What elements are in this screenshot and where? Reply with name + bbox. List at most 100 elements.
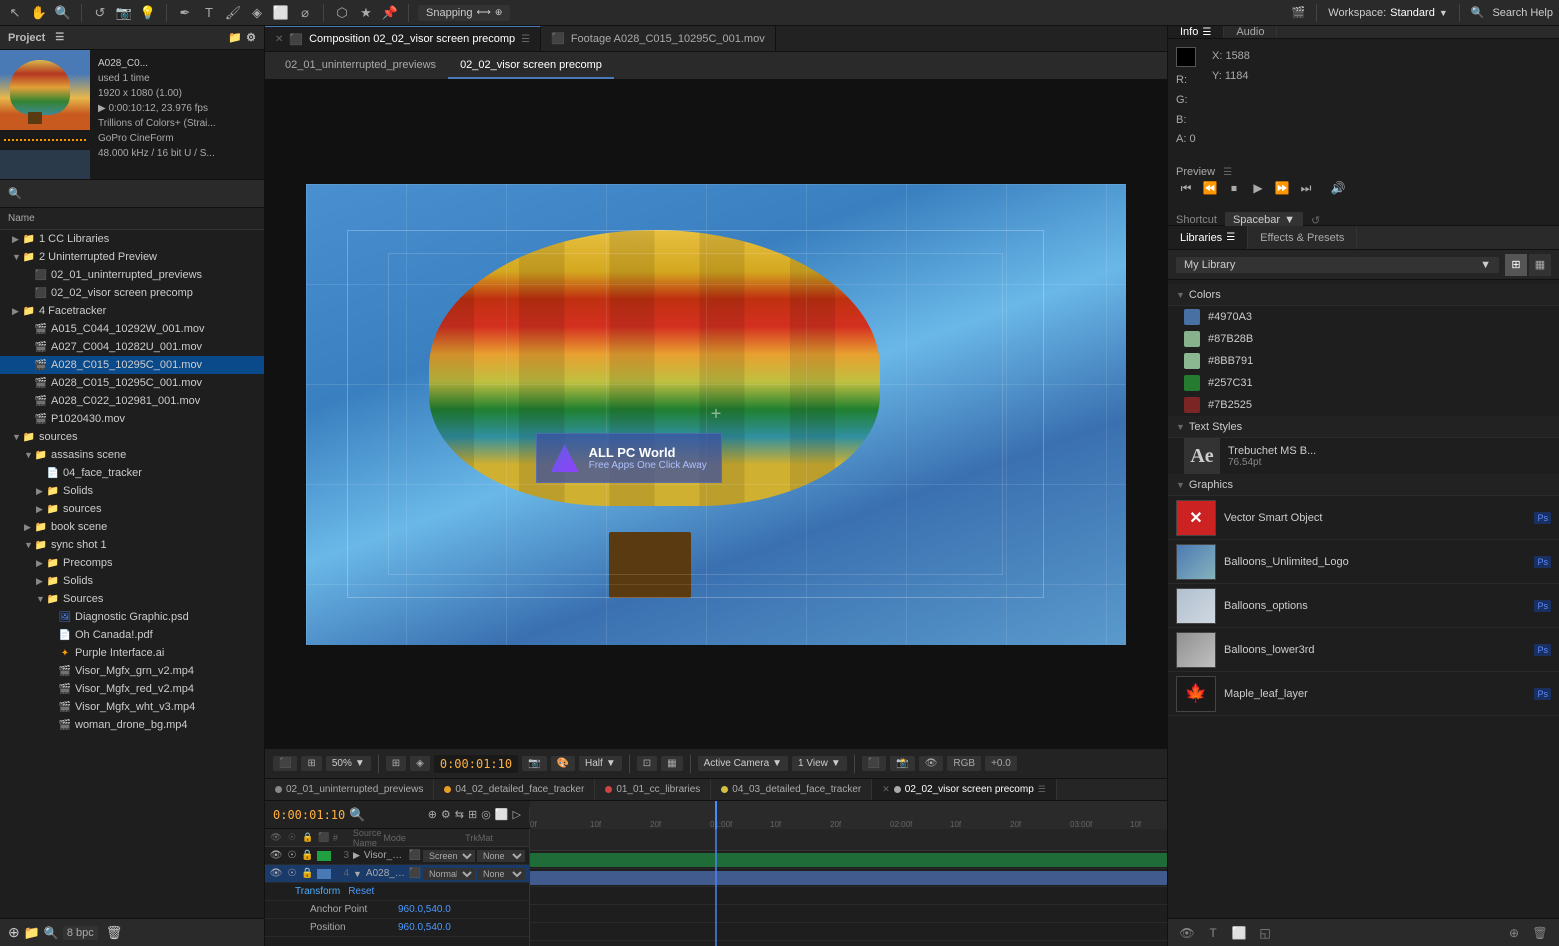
sub-tab-01[interactable]: 02_01_uninterrupted_previews (273, 52, 448, 79)
tl-live-update-btn[interactable]: ▷ (513, 808, 521, 821)
tl-draft-btn[interactable]: ⬜ (495, 808, 509, 821)
transparency-btn[interactable]: ▦ (661, 756, 682, 771)
workspace-search-icon[interactable]: 🔍 (1471, 6, 1485, 19)
tree-item-facetracker2[interactable]: 📄 04_face_tracker (0, 464, 264, 482)
tl-motion-blur-btn[interactable]: ◎ (481, 808, 491, 821)
color-item-3[interactable]: #8BB791 (1168, 350, 1559, 372)
tl-columns-btn[interactable]: ⊞ (468, 808, 477, 821)
tree-item-p102[interactable]: 🎬 P1020430.mov (0, 410, 264, 428)
tree-item-assasins[interactable]: ▼ 📁 assasins scene (0, 446, 264, 464)
tl-tab-05-close[interactable]: ✕ (882, 784, 890, 795)
anchor-value[interactable]: 960.0,540.0 (398, 904, 451, 915)
tree-item-a028c015b[interactable]: 🎬 A028_C015_10295C_001.mov (0, 374, 264, 392)
tree-item-solids2[interactable]: ▶ 📁 Solids (0, 572, 264, 590)
show-snapshot-btn[interactable]: 👁 (919, 756, 944, 771)
snap-btn[interactable]: ⊞ (386, 756, 406, 771)
preview-play-btn[interactable]: ▶ (1248, 178, 1268, 198)
graphic-item-5[interactable]: 🍁 Maple_leaf_layer Ps (1168, 672, 1559, 716)
delete-icon[interactable]: 🗑 (106, 925, 123, 941)
new-item-icon[interactable]: ⊕ (8, 924, 20, 941)
text-styles-section-header[interactable]: ▼ Text Styles (1168, 416, 1559, 438)
eraser-tool-icon[interactable]: ⬜ (272, 4, 290, 22)
tree-item-cc-libs[interactable]: ▶ 📁 1 CC Libraries (0, 230, 264, 248)
grid-btn[interactable]: ⊞ (301, 756, 321, 771)
snapping-button[interactable]: Snapping ⟷ ⊕ (418, 5, 510, 21)
tree-item-sources-sub[interactable]: ▼ 📁 Sources (0, 590, 264, 608)
tl-search-icon[interactable]: 🔍 (349, 807, 365, 823)
tree-item-woman-drone[interactable]: 🎬 woman_drone_bg.mp4 (0, 716, 264, 734)
layer-3-lock[interactable]: 🔒 (301, 850, 315, 861)
tree-item-02-01[interactable]: ⬛ 02_01_uninterrupted_previews (0, 266, 264, 284)
transform-label[interactable]: Transform (295, 886, 340, 897)
text-style-item-1[interactable]: Ae Trebuchet MS B... 76.54pt (1168, 438, 1559, 474)
color-item-5[interactable]: #7B2525 (1168, 394, 1559, 416)
tree-item-a028c022[interactable]: 🎬 A028_C022_102981_001.mov (0, 392, 264, 410)
project-settings-icon[interactable]: ⚙ (246, 31, 256, 44)
comp-tab[interactable]: ✕ ⬛ Composition 02_02_visor screen preco… (265, 26, 541, 51)
tree-item-ohcanada[interactable]: 📄 Oh Canada!.pdf (0, 626, 264, 644)
tree-item-a028c015[interactable]: 🎬 A028_C015_10295C_001.mov (0, 356, 264, 374)
tl-settings-btn[interactable]: ⚙ (441, 808, 451, 821)
preview-menu-icon[interactable]: ☰ (1223, 167, 1232, 178)
view-count-dropdown[interactable]: 1 View ▼ (792, 756, 847, 771)
graphic-item-3[interactable]: Balloons_options Ps (1168, 584, 1559, 628)
preview-stop-btn[interactable]: ⏹ (1224, 178, 1244, 198)
preview-next-btn[interactable]: ⏩ (1272, 178, 1292, 198)
position-value[interactable]: 960.0,540.0 (398, 922, 451, 933)
tl-tab-01[interactable]: 02_01_uninterrupted_previews (265, 779, 434, 800)
layer-4-expand[interactable]: ▼ (353, 869, 362, 879)
light-tool-icon[interactable]: 💡 (139, 4, 157, 22)
file-tree[interactable]: ▶ 📁 1 CC Libraries ▼ 📁 2 Uninterrupted P… (0, 230, 264, 918)
search-btn[interactable]: 🔍 (44, 926, 59, 940)
pen-tool-icon[interactable]: ✒ (176, 4, 194, 22)
tl-tab-05[interactable]: ✕ 02_02_visor screen precomp ☰ (872, 779, 1057, 800)
lib-eye-btn[interactable]: 👁 (1176, 922, 1198, 944)
camera-tool-icon[interactable]: 📷 (115, 4, 133, 22)
tree-item-facetracker[interactable]: ▶ 📁 4 Facetracker (0, 302, 264, 320)
lib-square-btn[interactable]: ⬜ (1228, 922, 1250, 944)
graphic-item-2[interactable]: Balloons_Unlimited_Logo Ps (1168, 540, 1559, 584)
exposure-btn[interactable]: +0.0 (985, 756, 1017, 771)
tree-item-visor-wht[interactable]: 🎬 Visor_Mgfx_wht_v3.mp4 (0, 698, 264, 716)
tree-item-02-02[interactable]: ⬛ 02_02_visor screen precomp (0, 284, 264, 302)
shortcut-reset-icon[interactable]: ↺ (1311, 214, 1320, 227)
tree-item-uninterrupted[interactable]: ▼ 📁 2 Uninterrupted Preview (0, 248, 264, 266)
layer-4-solo[interactable]: ☉ (285, 868, 299, 879)
search-input[interactable] (26, 188, 256, 200)
rotate-tool-icon[interactable]: ↺ (91, 4, 109, 22)
preview-prev-btn[interactable]: ⏪ (1200, 178, 1220, 198)
layer-row-4[interactable]: 👁 ☉ 🔒 4 ▼ A028_C0...295C_001.mov ⬛ Norma… (265, 865, 529, 883)
camera-dropdown[interactable]: Active Camera ▼ (698, 756, 788, 771)
puppet-tool-icon[interactable]: ⌀ (296, 4, 314, 22)
tree-item-syncshot[interactable]: ▼ 📁 sync shot 1 (0, 536, 264, 554)
tl-tab-05-menu[interactable]: ☰ (1038, 784, 1046, 795)
star-tool-icon[interactable]: ★ (357, 4, 375, 22)
graphic-item-4[interactable]: Balloons_lower3rd Ps (1168, 628, 1559, 672)
always-preview-btn[interactable]: ⬛ (273, 756, 297, 771)
layer-3-trkmat-select[interactable]: None (477, 850, 525, 862)
comp-tab-menu[interactable]: ☰ (521, 34, 530, 45)
libraries-tab-menu[interactable]: ☰ (1226, 232, 1235, 243)
render-queue-btn[interactable]: ⬛ (862, 756, 886, 771)
info-tab-menu[interactable]: ☰ (1202, 27, 1211, 38)
tree-item-sources2[interactable]: ▶ 📁 sources (0, 500, 264, 518)
mask-btn[interactable]: ◈ (410, 756, 430, 771)
shape-tool-icon[interactable]: ⬡ (333, 4, 351, 22)
clone-tool-icon[interactable]: ◈ (248, 4, 266, 22)
take-snapshot-btn[interactable]: 📸 (890, 756, 914, 771)
show-channel-btn[interactable]: RGB (947, 756, 981, 771)
layer-4-lock[interactable]: 🔒 (301, 868, 315, 879)
layer-3-switch1[interactable]: ⬛ (409, 850, 421, 861)
info-tab[interactable]: Info ☰ (1168, 26, 1224, 38)
timecode-display[interactable]: 0:00:01:10 (434, 755, 518, 773)
layer-row-3[interactable]: 👁 ☉ 🔒 3 ▶ Visor_Mgfx_grn_v2.mp4 ⬛ Screen… (265, 847, 529, 865)
color-managed-btn[interactable]: 🎨 (551, 756, 575, 771)
color-item-2[interactable]: #87B28B (1168, 328, 1559, 350)
color-item-4[interactable]: #257C31 (1168, 372, 1559, 394)
preview-first-btn[interactable]: ⏮ (1176, 178, 1196, 198)
audio-tab[interactable]: Audio (1224, 26, 1277, 38)
comp-tab-close[interactable]: ✕ (275, 34, 283, 45)
select-tool-icon[interactable]: ↖ (6, 4, 24, 22)
layer-4-eye[interactable]: 👁 (269, 868, 283, 879)
footage-tab[interactable]: ⬛ Footage A028_C015_10295C_001.mov (541, 26, 776, 51)
